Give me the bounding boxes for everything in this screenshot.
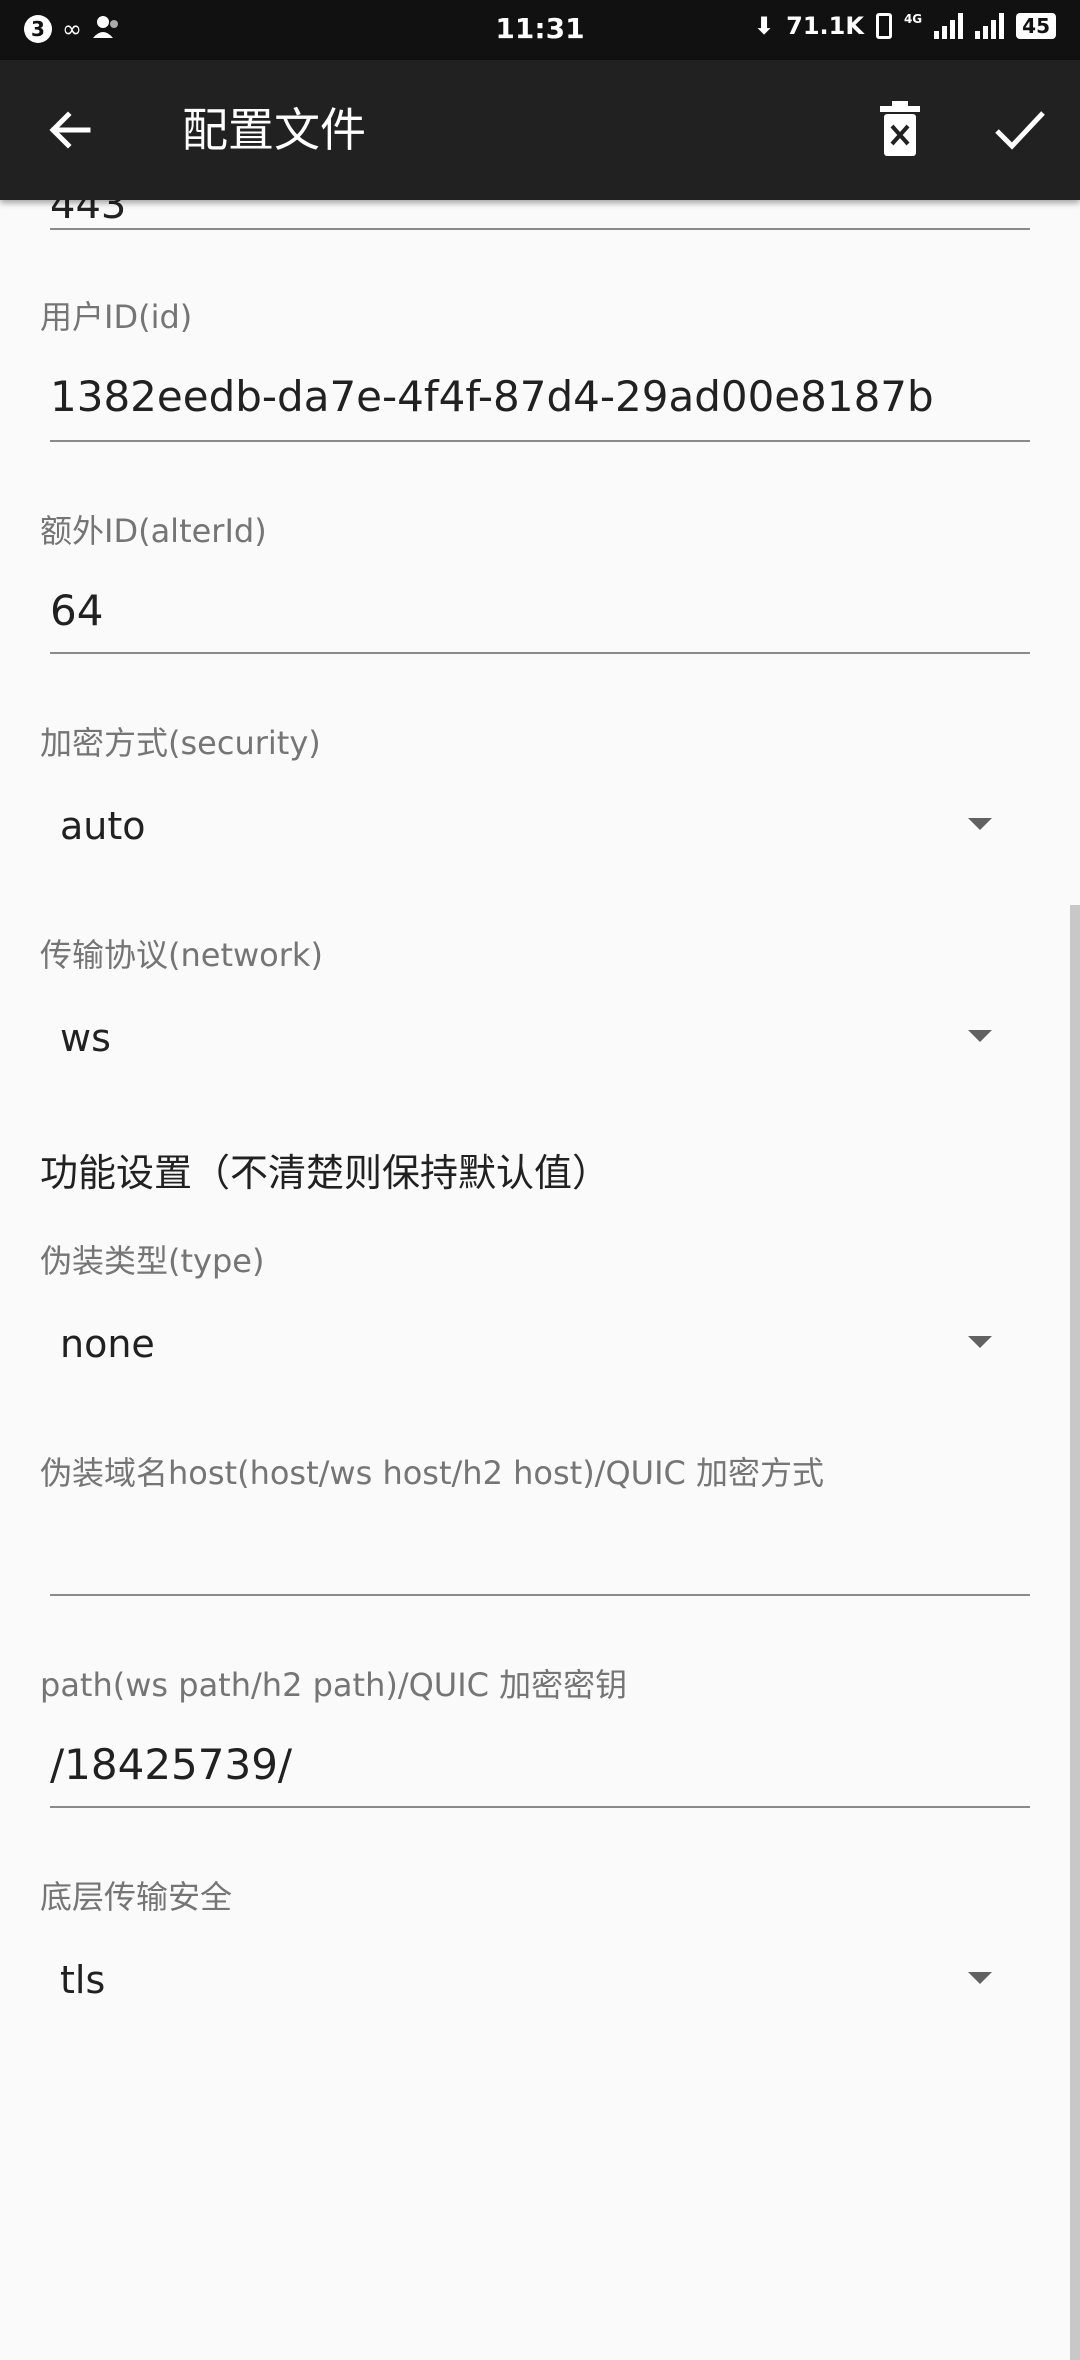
- alter-id-input[interactable]: 64: [50, 586, 103, 635]
- arrow-back-icon[interactable]: [44, 104, 96, 156]
- delete-icon[interactable]: [876, 100, 924, 160]
- network-spinner-value[interactable]: ws: [60, 1016, 111, 1060]
- status-bar: 3 ∞ 11:31 ⬇ 71.1K 4G 45: [0, 0, 1080, 60]
- app-toolbar: 配置文件: [0, 60, 1080, 200]
- battery-icon: 45: [1016, 13, 1056, 39]
- path-input[interactable]: /18425739/: [50, 1740, 292, 1789]
- network-label: 传输协议(network): [40, 936, 323, 974]
- dropdown-arrow-icon[interactable]: [968, 1030, 992, 1042]
- security-label: 加密方式(security): [40, 724, 321, 762]
- host-input[interactable]: [50, 1530, 1030, 1586]
- download-arrow-icon: ⬇: [754, 12, 775, 40]
- section-title: 功能设置（不清楚则保持默认值）: [40, 1151, 611, 1195]
- port-field-underline: [50, 228, 1030, 230]
- scrollbar[interactable]: [1070, 905, 1080, 2360]
- vibrate-icon: [875, 13, 892, 39]
- status-bar-right: ⬇ 71.1K 4G 45: [754, 12, 1056, 40]
- host-label: 伪装域名host(host/ws host/h2 host)/QUIC 加密方式: [40, 1454, 825, 1492]
- signal-icon-2: [975, 13, 1005, 39]
- path-underline: [50, 1806, 1030, 1808]
- path-label: path(ws path/h2 path)/QUIC 加密密钥: [40, 1666, 628, 1704]
- network-type-label: 4G: [903, 12, 923, 26]
- net-speed: 71.1K: [786, 12, 864, 40]
- page-title: 配置文件: [182, 103, 366, 157]
- user-id-label: 用户ID(id): [40, 298, 193, 336]
- header-type-label: 伪装类型(type): [40, 1242, 265, 1280]
- header-type-spinner-value[interactable]: none: [60, 1322, 155, 1366]
- host-underline: [50, 1594, 1030, 1596]
- security-spinner-value[interactable]: auto: [60, 804, 146, 848]
- alter-id-underline: [50, 652, 1030, 654]
- user-id-underline: [50, 440, 1030, 442]
- dropdown-arrow-icon[interactable]: [968, 1972, 992, 1984]
- dropdown-arrow-icon[interactable]: [968, 818, 992, 830]
- check-icon[interactable]: [992, 104, 1048, 156]
- dropdown-arrow-icon[interactable]: [968, 1336, 992, 1348]
- alter-id-label: 额外ID(alterId): [40, 512, 267, 550]
- stream-security-label: 底层传输安全: [40, 1878, 233, 1916]
- config-form: 443 用户ID(id) 1382eedb-da7e-4f4f-87d4-29a…: [0, 182, 1080, 2360]
- signal-icon: [934, 13, 964, 39]
- stream-security-spinner-value[interactable]: tls: [60, 1958, 105, 2002]
- user-id-input[interactable]: 1382eedb-da7e-4f4f-87d4-29ad00e8187b: [50, 372, 934, 421]
